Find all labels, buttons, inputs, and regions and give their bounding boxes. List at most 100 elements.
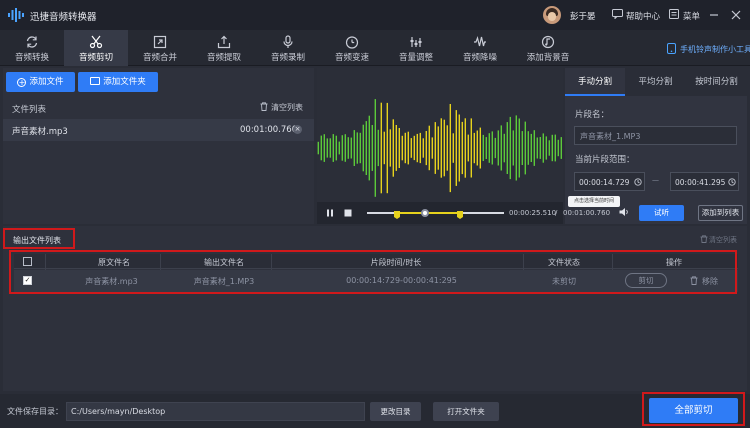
waveform-bar [452,133,454,163]
help-center-link[interactable]: 帮助中心 [626,10,660,22]
tab-label: 音频提取 [206,53,241,63]
total-time: 00:01:00.760 [563,209,611,217]
tab-audio-convert[interactable]: 音频转换 [0,30,64,66]
waveform-bar [365,121,367,175]
waveform-bar [356,132,358,164]
column-header: 文件状态 [548,258,580,267]
username[interactable]: 彭于晏 [570,10,596,22]
waveform-bar [338,141,340,155]
time-reset-icon[interactable] [634,178,642,186]
segment-name-input[interactable]: 声音素材_1.MP3 [574,126,737,145]
end-time-field[interactable]: 00:00:41.295 [670,172,739,191]
menu-link[interactable]: 菜单 [683,10,700,22]
select-all-checkbox[interactable] [23,257,32,266]
waveform-bar [506,122,508,174]
speaker-icon[interactable] [619,207,630,217]
tab-noise-reduction[interactable]: 音频降噪 [448,30,512,66]
file-duration: 00:01:00.760 [240,125,298,135]
close-icon[interactable] [731,10,741,20]
waveform-bar [374,99,376,197]
tab-label: 手动分割 [577,77,612,87]
avatar[interactable] [543,6,561,24]
waveform-bar [398,128,400,168]
remove-file-icon[interactable]: × [293,125,302,134]
start-time-field[interactable]: 00:00:14.729 [574,172,645,191]
waveform-bar [377,129,379,167]
audio-waveform[interactable] [317,96,563,200]
speedometer-icon [345,36,359,49]
segment-range: 00:00:14:729-00:00:41:295 [346,276,457,285]
waveform-icon [474,35,486,47]
waveform-bar [491,131,493,165]
cut-button[interactable]: 剪切 [625,273,667,288]
file-status: 未剪切 [552,277,576,286]
waveform-bar [407,131,409,165]
preview-button[interactable]: 试听 [639,205,684,221]
add-to-list-button[interactable]: 添加到列表 [698,205,743,221]
range-label: 当前片段范围： [575,155,635,165]
waveform-bar [401,135,403,161]
tab-add-background-music[interactable]: 添加背景音 [512,30,584,66]
open-folder-button[interactable]: 打开文件夹 [433,402,499,421]
waveform-bar [389,129,391,167]
tab-label: 平均分割 [638,77,673,87]
waveform-bar [425,131,427,166]
tab-audio-record[interactable]: 音频录制 [256,30,320,66]
trash-icon[interactable] [260,102,268,111]
trash-icon[interactable] [690,276,698,285]
column-header: 原文件名 [98,258,130,267]
waveform-bar [416,133,418,163]
add-folder-button[interactable]: 添加文件夹 [78,72,158,92]
waveform-bar [533,130,535,166]
waveform-bar [539,137,541,159]
footer-bar: 文件保存目录： C:/Users/mayn/Desktop 更改目录 打开文件夹… [0,394,750,428]
waveform-bar [458,114,460,182]
file-list-title: 文件列表 [12,105,47,115]
tab-audio-merge[interactable]: 音频合并 [128,30,192,66]
seek-thumb[interactable] [421,209,429,217]
app-title: 迅捷音频转换器 [30,12,97,23]
tab-audio-speed[interactable]: 音频变速 [320,30,384,66]
chat-help-icon[interactable] [612,9,623,19]
time-reset-icon[interactable] [728,178,736,186]
change-dir-button[interactable]: 更改目录 [370,402,421,421]
waveform-bar [347,137,349,159]
waveform-bar [395,125,397,171]
range-start-handle[interactable] [393,211,401,219]
tab-audio-extract[interactable]: 音频提取 [192,30,256,66]
row-checkbox[interactable]: ✓ [23,276,32,285]
waveform-bar [551,134,553,162]
waveform-bar [455,110,457,186]
tab-average-split[interactable]: 平均分割 [626,68,685,96]
cut-all-button[interactable]: 全部剪切 [649,398,738,423]
menu-icon[interactable] [669,9,679,19]
stop-icon[interactable] [344,209,352,217]
range-end-handle[interactable] [456,211,464,219]
waveform-bar [530,133,532,162]
table-row[interactable]: ✓ 声音素材.mp3 声音素材_1.MP3 00:00:14:729-00:00… [14,270,738,292]
waveform-bar [512,130,514,166]
add-file-button[interactable]: + 添加文件 [6,72,75,92]
waveform-bar [413,135,415,161]
waveform-bar [548,140,550,156]
clear-list-button[interactable]: 清空列表 [271,102,303,113]
pause-icon[interactable] [326,209,334,217]
tab-label: 添加背景音 [526,53,570,63]
waveform-bar [554,134,556,162]
tab-volume-adjust[interactable]: 音量调整 [384,30,448,66]
waveform-bar [545,136,547,160]
file-list-panel: + 添加文件 添加文件夹 文件列表 清空列表 声音素材.mp3 00:01:00.… [3,68,314,224]
minimize-icon[interactable] [709,10,719,20]
ringtone-tool-link[interactable]: 手机铃声制作小工具 [680,44,750,55]
tab-time-split[interactable]: 按时间分割 [686,68,747,96]
remove-button[interactable]: 移除 [702,276,718,287]
waveform-bar [560,137,562,159]
trash-icon[interactable] [700,235,708,243]
clear-output-button[interactable]: 清空列表 [709,235,737,245]
save-dir-input[interactable]: C:/Users/mayn/Desktop [66,402,365,421]
waveform-bar [362,124,364,172]
tab-manual-split[interactable]: 手动分割 [565,68,625,96]
waveform-bar [488,133,490,163]
list-item[interactable]: 声音素材.mp3 00:01:00.760 × [3,119,314,141]
tab-audio-cut[interactable]: 音频剪切 [64,30,128,66]
